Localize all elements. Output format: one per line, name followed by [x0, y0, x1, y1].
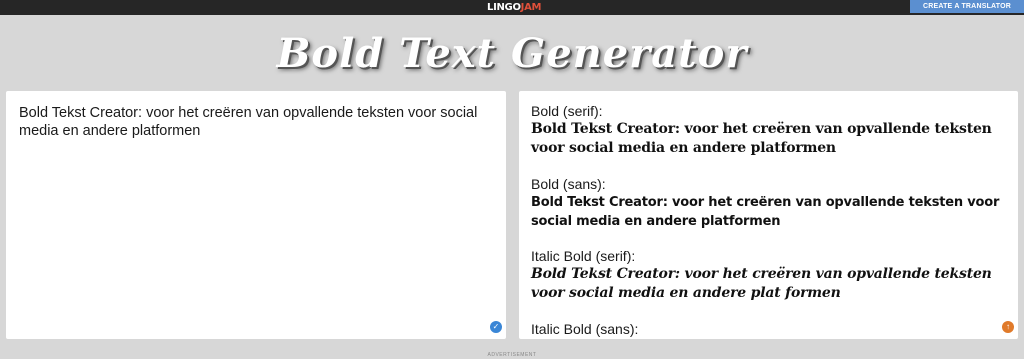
output-text[interactable]: Bold Tekst Creator: voor het creëren van…: [531, 265, 1011, 303]
logo-text-jam: JAM: [520, 2, 542, 13]
output-italic-bold-serif: Italic Bold (serif): Bold Tekst Creator:…: [531, 248, 1011, 303]
check-circle-icon: ✓: [490, 321, 502, 333]
top-bar: LINGOJAM CREATE A TRANSLATOR: [0, 0, 1024, 15]
input-text: Bold Tekst Creator: voor het creëren van…: [19, 105, 478, 139]
output-label: Italic Bold (sans):: [531, 321, 639, 337]
output-italic-bold-sans: Italic Bold (sans):: [531, 321, 1011, 338]
output-text[interactable]: Bold Tekst Creator: voor het creëren van…: [531, 193, 1011, 231]
arrow-up-circle-icon[interactable]: ↑: [1002, 321, 1014, 333]
output-label: Italic Bold (serif):: [531, 248, 636, 264]
output-text[interactable]: Bold Tekst Creator: voor het creëren van…: [531, 120, 1011, 158]
page-title: Bold Text Generator: [276, 30, 748, 77]
logo-text-lingo: LINGO: [487, 2, 521, 13]
input-textarea[interactable]: Bold Tekst Creator: voor het creëren van…: [6, 91, 506, 339]
advertisement-label: ADVERTISEMENT: [487, 352, 537, 358]
output-bold-sans: Bold (sans): Bold Tekst Creator: voor he…: [531, 176, 1011, 231]
lingojam-logo[interactable]: LINGOJAM: [487, 1, 541, 14]
create-translator-button[interactable]: CREATE A TRANSLATOR: [910, 0, 1024, 13]
output-panel: Bold (serif): Bold Tekst Creator: voor h…: [519, 91, 1018, 339]
output-label: Bold (sans):: [531, 176, 606, 192]
output-label: Bold (serif):: [531, 103, 603, 119]
output-bold-serif: Bold (serif): Bold Tekst Creator: voor h…: [531, 103, 1011, 158]
